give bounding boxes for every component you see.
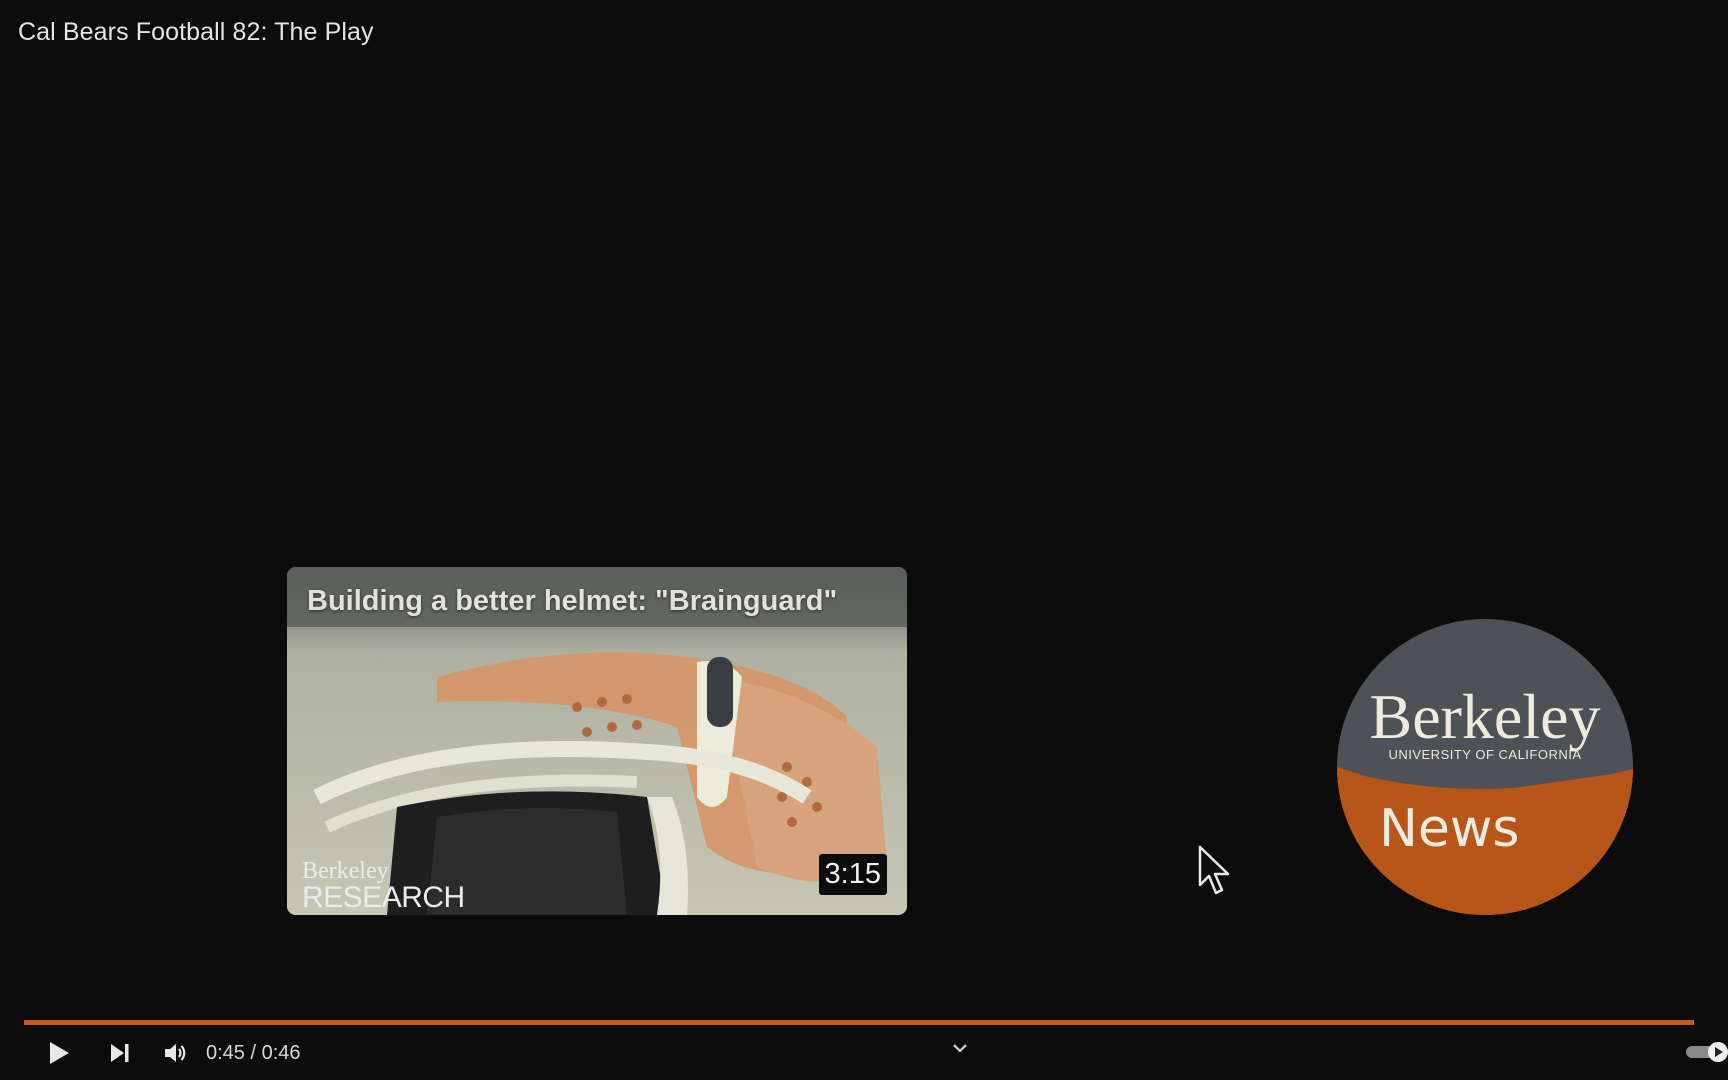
expand-chevron-button[interactable] [948,1030,972,1066]
play-icon [50,1042,69,1064]
endcard-duration-badge: 3:15 [818,854,887,895]
video-title[interactable]: Cal Bears Football 82: The Play [18,18,374,47]
next-button[interactable] [102,1030,138,1076]
time-display: 0:45 / 0:46 [206,1042,301,1064]
progress-bar[interactable] [24,1020,1694,1025]
volume-button[interactable] [158,1030,194,1076]
mouse-pointer-icon [1198,845,1230,895]
logo-wordmark: Berkeley [1369,681,1601,752]
volume-icon [165,1044,186,1062]
logo-news-label: News [1379,799,1520,859]
channel-logo-berkeley-news[interactable]: Berkeley UNIVERSITY OF CALIFORNIA News [1337,619,1633,915]
logo-subtitle: UNIVERSITY OF CALIFORNIA [1388,747,1582,762]
chevron-down-icon [953,1044,967,1053]
endcard-title: Building a better helmet: "Brainguard" [307,585,838,617]
endscreen-video-card[interactable]: Building a better helmet: "Brainguard" B… [287,567,907,915]
video-player[interactable]: Cal Bears Football 82: The Play Building… [0,0,1728,1080]
control-bar: 0:45 / 0:46 [0,1030,1728,1080]
next-icon [111,1044,129,1062]
berkeley-research-logo: Berkeley RESEARCH [302,858,465,914]
play-button[interactable] [40,1030,78,1076]
channel-logo-background [1337,619,1633,915]
autoplay-toggle[interactable] [1686,1041,1728,1063]
